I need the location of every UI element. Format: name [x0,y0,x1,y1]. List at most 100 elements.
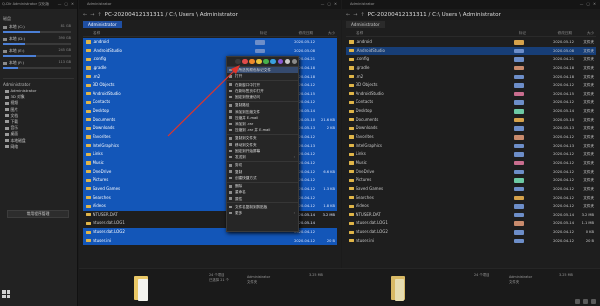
tray-icon[interactable] [591,299,596,304]
color-tag [514,83,524,88]
col-size[interactable]: 大小 [328,30,335,37]
color-swatch[interactable] [242,58,248,65]
table-row[interactable]: .AndroidStudio 2020-05-08 [83,46,337,56]
right-column-header[interactable]: 名称 标记 修改日期 大小 [346,30,596,37]
table-row[interactable]: ntuser.ini 2020-04-12 20 B [346,237,596,246]
up-arrow-icon[interactable]: ↑ [360,12,364,18]
color-tag [514,230,524,235]
table-row[interactable]: .android 2020-05-12 文件夹 [346,38,596,47]
forward-arrow-icon[interactable]: → [353,12,357,18]
context-menu-item[interactable]: 创建快捷方式 [227,175,298,181]
color-swatch[interactable] [263,58,269,65]
folder-icon [349,170,354,174]
color-swatch[interactable] [291,58,298,65]
tray-icon[interactable] [575,299,580,304]
table-row[interactable]: Music 2020-04-12 文件夹 [346,159,596,168]
color-swatch[interactable] [270,58,276,65]
color-swatch[interactable] [277,58,284,65]
drive-item[interactable]: 本地 (F:) 113 GB [0,60,77,70]
left-pane-address-bar[interactable]: ← → ↑ PC-20200412131311 / C:\ Users \ Ad… [79,9,341,20]
color-swatch[interactable] [249,58,255,65]
left-item-count: 24 个项目 已选择 21 个 [209,273,230,282]
table-row[interactable]: .gradle 2020-04-18 文件夹 [346,64,596,73]
color-swatch[interactable] [256,58,262,65]
table-row[interactable]: .config 2020-04-21 文件夹 [346,55,596,64]
col-tag[interactable]: 标记 [519,30,526,37]
table-row[interactable]: OneDrive 2020-04-12 文件夹 [346,168,596,177]
forward-arrow-icon[interactable]: → [90,12,94,18]
col-name[interactable]: 名称 [356,30,363,37]
col-date[interactable]: 修改日期 [299,30,313,37]
context-menu-item[interactable]: 压缩到 .rar 并 E-mail [227,127,298,133]
color-tag [514,126,524,131]
color-tag [514,100,524,105]
table-row[interactable]: Videos 2020-04-12 文件夹 [346,202,596,211]
right-tab-administrator[interactable]: Administrator [346,21,385,28]
table-row[interactable]: .android 2020-05-12 [83,38,337,47]
manage-programs-button[interactable]: 常用程序管理 [7,210,69,218]
folder-icon [86,152,91,156]
left-tab-administrator[interactable]: Administrator [83,21,122,28]
table-row[interactable]: Favorites 2020-04-12 文件夹 [346,133,596,142]
drive-usage-bar [3,67,71,69]
back-arrow-icon[interactable]: ← [346,12,350,18]
color-tag [514,160,524,166]
folder-icon [349,195,354,200]
table-row[interactable]: IntelGraphics 2020-04-13 文件夹 [346,142,596,151]
folder-icon [5,89,9,93]
col-name[interactable]: 名称 [93,30,100,37]
right-item-count: 24 个项目 [474,273,490,277]
right-pane-address-bar[interactable]: ← → ↑ PC-20200412131311 / C:\ Users \ Ad… [342,9,600,20]
color-swatch[interactable] [235,58,241,65]
up-arrow-icon[interactable]: ↑ [97,12,101,18]
right-window-controls[interactable]: — ▢ ✕ [580,0,597,9]
table-row[interactable]: Desktop 2020-05-14 文件夹 [346,107,596,116]
table-row[interactable]: AndroidStudio 2020-04-15 文件夹 [346,90,596,99]
col-size[interactable]: 大小 [587,30,594,37]
table-row[interactable]: ntuser.ini 2020-04-12 20 B [83,236,337,246]
folder-icon [349,161,354,165]
table-row[interactable]: ntuser.dat.LOG2 2020-04-12 0 KB [346,228,596,237]
drive-item[interactable]: 本地 (E:) 245 GB [0,48,77,58]
windows-start-icon[interactable] [2,290,10,298]
context-menu-item[interactable]: 固定到快速访问 [227,94,298,100]
left-column-header[interactable]: 名称 标记 修改日期 大小 [83,30,337,37]
table-row[interactable]: Downloads 2020-05-13 文件夹 [346,124,596,133]
table-row[interactable]: Saved Games 2020-04-12 文件夹 [346,185,596,194]
sidebar-item[interactable]: 网络 [0,144,77,150]
drive-usage-bar [3,55,71,57]
table-row[interactable]: 3D Objects 2020-04-12 文件夹 [346,81,596,90]
col-date[interactable]: 修改日期 [558,30,572,37]
right-pane-tabs: Administrator [342,20,600,29]
folder-icon [349,83,354,87]
back-arrow-icon[interactable]: ← [83,12,87,18]
color-tag [514,135,524,140]
folder-icon [349,178,354,182]
table-row[interactable]: ntuser.dat.LOG1 2020-05-14 1.1 MB [346,219,596,228]
table-row[interactable]: Contacts 2020-04-12 文件夹 [346,98,596,107]
table-row[interactable]: .m2 2020-04-18 文件夹 [346,73,596,82]
context-menu-item[interactable]: 发送到 › [227,154,298,160]
col-tag[interactable]: 标记 [260,30,267,37]
color-tag [514,57,524,62]
color-tag [514,109,524,114]
folder-icon [349,152,354,156]
context-menu-item[interactable]: 更多 › [227,210,298,216]
table-row[interactable]: .AndroidStudio 2020-05-08 文件夹 [346,46,596,56]
menu-item-icon [229,191,232,194]
folder-icon [86,161,91,165]
left-window-controls[interactable]: — ▢ ✕ [321,0,338,9]
window-controls[interactable]: — ▢ ✕ [58,0,75,9]
table-row[interactable]: Documents 2020-05-10 文件夹 [346,116,596,125]
menu-item-icon [229,122,232,126]
drive-item[interactable]: 本地 (C:) 81 GB [0,24,77,34]
table-row[interactable]: Pictures 2020-04-12 文件夹 [346,176,596,185]
context-menu-item[interactable]: 属性 [227,196,298,202]
table-row[interactable]: Searches 2020-04-12 文件夹 [346,194,596,203]
context-menu-item[interactable]: 打开 [227,73,298,79]
drive-item[interactable]: 本地 (D:) 390 GB [0,36,77,46]
tray-icon[interactable] [583,299,588,304]
color-swatch[interactable] [284,58,291,65]
table-row[interactable]: Links 2020-04-12 文件夹 [346,150,596,159]
table-row[interactable]: NTUSER.DAT 2020-05-14 3.2 MB [346,211,596,220]
